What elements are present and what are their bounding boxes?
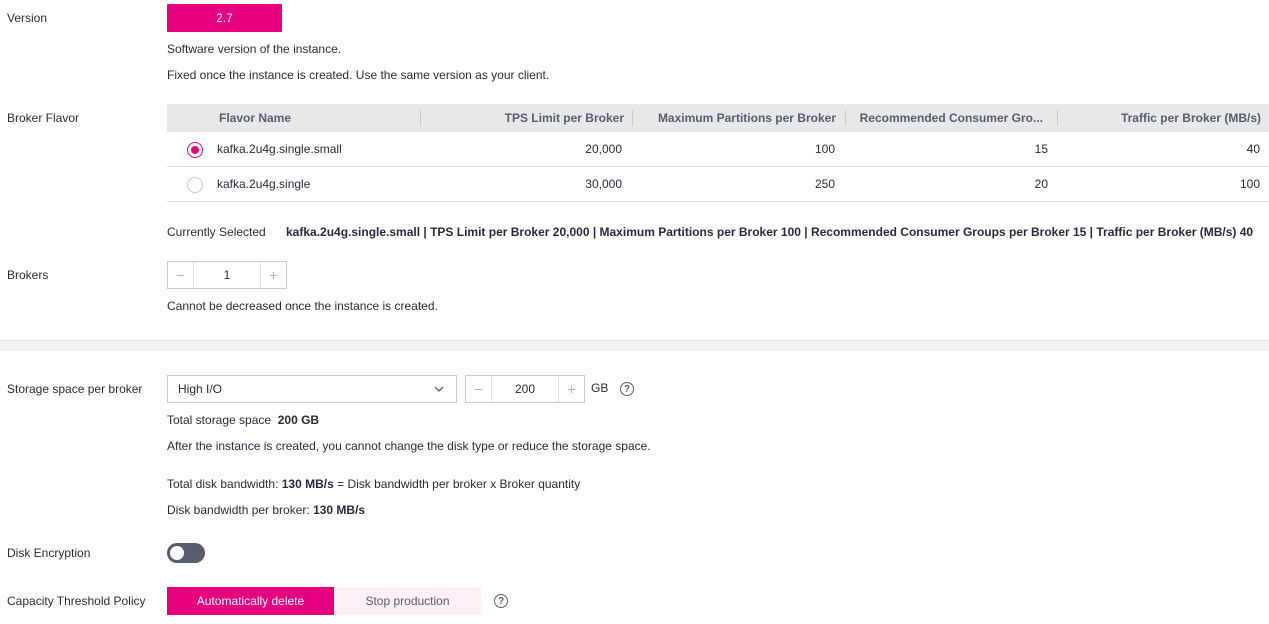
disk-type-select[interactable]: High I/O bbox=[167, 375, 457, 403]
chevron-down-icon bbox=[434, 386, 444, 392]
bw-total-value: 130 MB/s bbox=[281, 477, 334, 491]
flavor-consumer-groups: 15 bbox=[1034, 142, 1048, 156]
flavor-row-single[interactable]: kafka.2u4g.single 30,000 250 20 100 bbox=[167, 167, 1269, 202]
col-max-partitions: Maximum Partitions per Broker bbox=[632, 104, 844, 132]
flavor-tps: 20,000 bbox=[585, 142, 622, 156]
flavor-partitions: 100 bbox=[814, 142, 835, 156]
flavor-radio-small[interactable] bbox=[187, 142, 203, 158]
currently-selected-value: kafka.2u4g.single.small | TPS Limit per … bbox=[286, 225, 1254, 239]
version-hint: Software version of the instance. bbox=[167, 42, 342, 56]
auto-delete-option[interactable]: Automatically delete bbox=[167, 587, 334, 615]
storage-help-icon[interactable]: ? bbox=[620, 382, 634, 396]
flavor-table-header: Flavor Name TPS Limit per Broker Maximum… bbox=[167, 104, 1269, 132]
flavor-row-small[interactable]: kafka.2u4g.single.small 20,000 100 15 40 bbox=[167, 132, 1269, 167]
flavor-table: Flavor Name TPS Limit per Broker Maximum… bbox=[167, 104, 1269, 202]
flavor-radio-single[interactable] bbox=[187, 177, 203, 193]
brokers-input[interactable]: 1 bbox=[194, 262, 260, 288]
flavor-consumer-groups: 20 bbox=[1034, 177, 1048, 191]
storage-hint: After the instance is created, you canno… bbox=[167, 439, 651, 453]
flavor-traffic: 100 bbox=[1239, 177, 1260, 191]
disk-encryption-toggle[interactable] bbox=[167, 543, 205, 563]
storage-unit: GB bbox=[591, 381, 609, 395]
bw-per-value: 130 MB/s bbox=[313, 503, 366, 517]
disk-type-value: High I/O bbox=[178, 382, 223, 396]
currently-selected-label: Currently Selected bbox=[167, 225, 266, 239]
brokers-hint: Cannot be decreased once the instance is… bbox=[167, 299, 438, 313]
col-consumer-groups: Recommended Consumer Gro... bbox=[845, 104, 1057, 132]
total-storage-value: 200 GB bbox=[277, 413, 320, 427]
version-fixed-hint: Fixed once the instance is created. Use … bbox=[167, 68, 550, 82]
col-tps-limit: TPS Limit per Broker bbox=[420, 104, 632, 132]
brokers-stepper: − 1 + bbox=[167, 261, 287, 289]
storage-increment-button[interactable]: + bbox=[558, 376, 584, 402]
version-button[interactable]: 2.7 bbox=[167, 4, 282, 32]
total-storage: Total storage space 200 GB bbox=[167, 413, 319, 427]
brokers-decrement-button[interactable]: − bbox=[168, 262, 194, 288]
flavor-name: kafka.2u4g.single bbox=[217, 177, 311, 191]
storage-label: Storage space per broker bbox=[7, 382, 143, 396]
flavor-name: kafka.2u4g.single.small bbox=[217, 142, 342, 156]
storage-stepper: − 200 + bbox=[465, 375, 585, 403]
broker-flavor-label: Broker Flavor bbox=[7, 111, 80, 125]
toggle-knob bbox=[170, 546, 184, 560]
storage-input[interactable]: 200 bbox=[492, 376, 558, 402]
version-label: Version bbox=[7, 11, 48, 25]
col-traffic: Traffic per Broker (MB/s) bbox=[1057, 104, 1269, 132]
flavor-tps: 30,000 bbox=[585, 177, 622, 191]
col-flavor-name: Flavor Name bbox=[219, 111, 292, 125]
bw-total-label: Total disk bandwidth: bbox=[167, 477, 279, 491]
flavor-traffic: 40 bbox=[1246, 142, 1260, 156]
storage-decrement-button[interactable]: − bbox=[466, 376, 492, 402]
disk-encryption-label: Disk Encryption bbox=[7, 546, 91, 560]
total-storage-label: Total storage space bbox=[167, 413, 272, 427]
bw-total-formula: = Disk bandwidth per broker x Broker qua… bbox=[337, 477, 581, 491]
stop-production-option[interactable]: Stop production bbox=[334, 587, 481, 615]
total-disk-bandwidth: Total disk bandwidth: 130 MB/s = Disk ba… bbox=[167, 477, 580, 491]
section-divider bbox=[0, 340, 1269, 351]
brokers-increment-button[interactable]: + bbox=[260, 262, 286, 288]
bw-per-label: Disk bandwidth per broker: bbox=[167, 503, 310, 517]
capacity-policy-label: Capacity Threshold Policy bbox=[7, 594, 146, 608]
capacity-help-icon[interactable]: ? bbox=[494, 594, 508, 608]
disk-bandwidth-per-broker: Disk bandwidth per broker: 130 MB/s bbox=[167, 503, 365, 517]
brokers-label: Brokers bbox=[7, 268, 49, 282]
flavor-partitions: 250 bbox=[814, 177, 835, 191]
